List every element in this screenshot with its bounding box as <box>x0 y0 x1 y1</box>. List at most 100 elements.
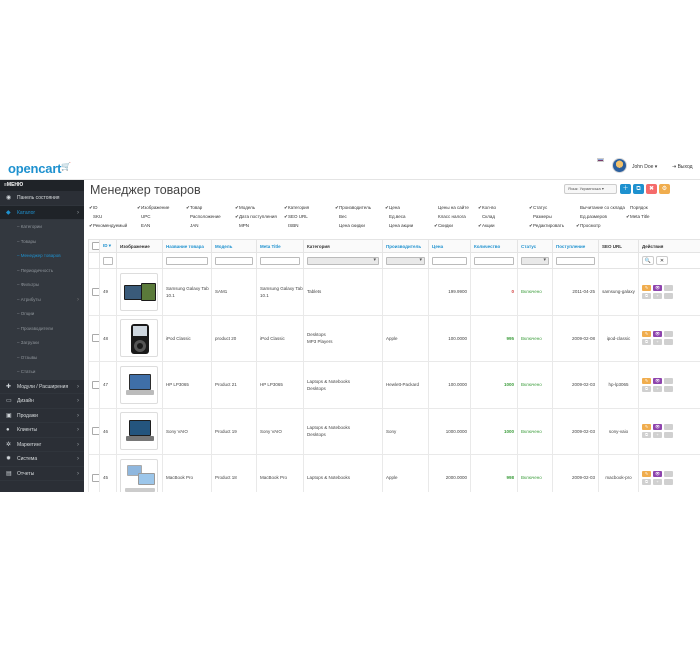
table-row[interactable]: 46 Sony VAIO Product 19 Sony VAIO Laptops & … <box>88 407 700 455</box>
language-select[interactable]: Язык: Украинська ▾ <box>564 184 617 194</box>
filter-manufacturer-select[interactable] <box>386 256 425 265</box>
edit-icon[interactable]: ✎ <box>642 470 651 477</box>
cell-price[interactable]: 100.0000 <box>428 361 471 409</box>
settings-button[interactable]: ⚙ <box>659 184 670 194</box>
cell-name[interactable]: HP LP3065 <box>162 361 212 409</box>
cell-price[interactable]: 199.9900 <box>428 268 471 316</box>
cell-meta[interactable]: MacBook Pro <box>256 454 304 492</box>
filter-id-input[interactable] <box>103 256 113 265</box>
product-image[interactable] <box>120 412 158 451</box>
cell-meta[interactable]: iPod Classic <box>256 314 304 362</box>
select-all-header[interactable] <box>88 239 100 253</box>
table-row[interactable]: 45 MacBook Pro Product 18 MacBook Pro Laptop… <box>88 454 700 492</box>
sidebar-subitem-0[interactable]: – Категории <box>0 220 84 235</box>
view-icon[interactable]: 👁 <box>653 470 662 477</box>
column-toggle-16[interactable]: Вес <box>335 214 347 219</box>
plus-icon[interactable]: + <box>653 339 662 346</box>
product-image[interactable] <box>120 319 158 358</box>
table-row[interactable]: 49 Samsung Galaxy Tab 10.1 SAM1 Samsung Gal… <box>88 268 700 316</box>
column-toggle-33[interactable]: Порядок <box>626 205 648 210</box>
column-toggle-8[interactable]: JAN <box>186 223 199 228</box>
more-icon[interactable] <box>664 284 673 291</box>
column-toggle-5[interactable]: EAN <box>137 223 150 228</box>
col-header-manufacturer[interactable]: Производитель <box>382 239 429 253</box>
sidebar-subitem-3[interactable]: – Периодичность <box>0 263 84 278</box>
column-toggle-23[interactable]: ✔Скидки <box>434 223 453 229</box>
sidebar-subitem-6[interactable]: – Опции <box>0 307 84 322</box>
filter-clear-button[interactable]: ✕ <box>656 256 668 265</box>
view-icon[interactable]: 👁 <box>653 424 662 431</box>
cell-status[interactable]: Включено <box>517 407 553 455</box>
delete-button[interactable]: ✖ <box>646 184 657 194</box>
more-icon[interactable] <box>664 424 673 431</box>
sidebar-item-bottom-1[interactable]: ▭ Дизайн › <box>0 394 84 409</box>
column-toggle-14[interactable]: ISBN <box>284 223 299 228</box>
view-icon[interactable]: 👁 <box>653 331 662 338</box>
sidebar-item-bottom-6[interactable]: ▤ Отчеты › <box>0 467 84 481</box>
filter-price-input[interactable] <box>432 256 467 265</box>
sidebar-subitem-9[interactable]: – Отзывы <box>0 350 84 365</box>
column-toggle-9[interactable]: ✔Модель <box>235 205 255 211</box>
cell-price[interactable]: 1000.0000 <box>428 407 471 455</box>
column-toggle-7[interactable]: Расположение <box>186 214 221 219</box>
product-image[interactable] <box>120 365 158 404</box>
plus-icon[interactable]: + <box>653 478 662 485</box>
view-icon[interactable]: 👁 <box>653 377 662 384</box>
sidebar-item-bottom-0[interactable]: ✚ Модули / Расширения › <box>0 380 84 394</box>
cell-model[interactable]: SAM1 <box>211 268 257 316</box>
filter-meta-input[interactable] <box>260 256 300 265</box>
column-toggle-19[interactable]: Ед.веса <box>385 214 405 219</box>
filter-name-input[interactable] <box>166 256 208 265</box>
cell-status[interactable]: Включено <box>517 454 553 492</box>
view-icon[interactable]: 👁 <box>653 284 662 291</box>
copy-icon[interactable]: ⧉ <box>642 339 651 346</box>
plus-icon[interactable]: + <box>653 292 662 299</box>
column-toggle-6[interactable]: ✔Товар <box>186 205 202 211</box>
sidebar-item-top-0[interactable]: ◉ Панель состояния <box>0 191 84 206</box>
filter-category-select[interactable] <box>307 256 379 265</box>
cell-name[interactable]: iPod Classic <box>162 314 212 362</box>
col-header-status[interactable]: Статус <box>517 239 553 253</box>
cell-quantity[interactable]: 0 <box>470 268 518 316</box>
copy-icon[interactable]: ⧉ <box>642 432 651 439</box>
sidebar-subitem-7[interactable]: – Производители <box>0 321 84 336</box>
avatar[interactable] <box>612 158 627 173</box>
opencart-logo[interactable]: opencart🛒 <box>8 161 71 176</box>
cell-status[interactable]: Включено <box>517 361 553 409</box>
blank-icon[interactable] <box>664 339 673 346</box>
sidebar-subitem-10[interactable]: – Статьи <box>0 365 84 380</box>
add-button[interactable]: ＋ <box>620 184 631 194</box>
cell-model[interactable]: product 20 <box>211 314 257 362</box>
blank-icon[interactable] <box>664 432 673 439</box>
column-toggle-34[interactable]: ✔Meta Title <box>626 214 650 220</box>
column-toggle-17[interactable]: Цена скидки <box>335 223 365 228</box>
user-menu[interactable]: John Doe ▾ <box>632 164 657 170</box>
column-toggle-18[interactable]: ✔Цена <box>385 205 400 211</box>
col-header-model[interactable]: Модель <box>211 239 257 253</box>
cell-name[interactable]: Samsung Galaxy Tab 10.1 <box>162 268 212 316</box>
col-header-meta[interactable]: Meta Title <box>256 239 304 253</box>
filter-status-select[interactable] <box>521 256 549 265</box>
cell-status[interactable]: Включено <box>517 268 553 316</box>
more-icon[interactable] <box>664 331 673 338</box>
column-toggle-13[interactable]: ✔SEO URL <box>284 214 308 220</box>
col-header-name[interactable]: Название товара <box>162 239 212 253</box>
filter-date-input[interactable] <box>556 256 595 265</box>
column-toggle-15[interactable]: ✔Производитель <box>335 205 371 211</box>
column-toggle-30[interactable]: Вычитание со склада <box>576 205 625 210</box>
column-toggle-1[interactable]: SKU <box>89 214 102 219</box>
column-toggle-21[interactable]: Цены на сайте <box>434 205 469 210</box>
cell-name[interactable]: Sony VAIO <box>162 407 212 455</box>
cell-name[interactable]: MacBook Pro <box>162 454 212 492</box>
plus-icon[interactable]: + <box>653 385 662 392</box>
edit-icon[interactable]: ✎ <box>642 284 651 291</box>
cell-price[interactable]: 2000.0000 <box>428 454 471 492</box>
blank-icon[interactable] <box>664 292 673 299</box>
sidebar-item-bottom-2[interactable]: ▣ Продажи › <box>0 409 84 423</box>
copy-icon[interactable]: ⧉ <box>642 292 651 299</box>
col-header-price[interactable]: Цена <box>428 239 471 253</box>
col-header-quantity[interactable]: Количество <box>470 239 518 253</box>
cell-model[interactable]: Product 21 <box>211 361 257 409</box>
col-header-id[interactable]: ID ▾ <box>99 239 117 253</box>
column-toggle-22[interactable]: Класс налога <box>434 214 466 219</box>
